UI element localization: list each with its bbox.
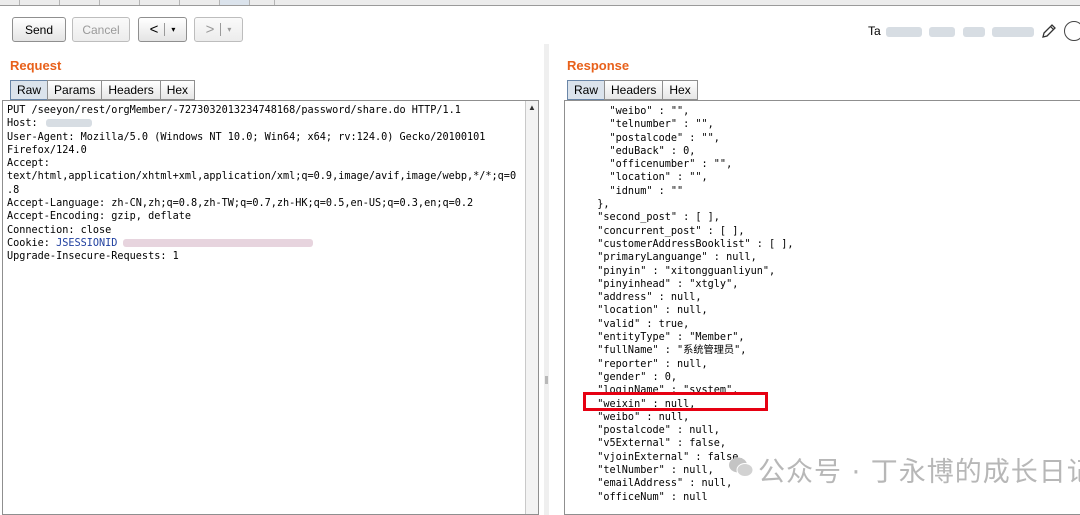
button-separator (220, 23, 222, 36)
response-line: "telnumber" : "", (585, 119, 714, 131)
request-tab-params[interactable]: Params (47, 80, 102, 100)
scroll-up-icon[interactable]: ▲ (528, 103, 536, 112)
cancel-button[interactable]: Cancel (72, 17, 130, 42)
panel-splitter[interactable] (544, 44, 549, 515)
response-line: "officeNum" : null (585, 491, 708, 503)
help-icon[interactable] (1064, 21, 1080, 41)
response-line: "entityType" : "Member", (585, 332, 745, 344)
response-line: "pinyin" : "xitongguanliyun", (585, 265, 776, 277)
request-line: Accept-Language: zh-CN,zh;q=0.8,zh-TW;q=… (7, 198, 474, 210)
response-line: "address" : null, (585, 292, 702, 304)
response-text: "weibo" : "", "telnumber" : "", "postalc… (585, 105, 794, 504)
request-tab-raw[interactable]: Raw (10, 80, 48, 100)
redacted-target (962, 26, 985, 37)
response-line: "concurrent_post" : [ ], (585, 225, 745, 237)
top-tab[interactable] (0, 0, 20, 5)
response-tab-raw[interactable]: Raw (567, 80, 605, 100)
response-line: "v5External" : false, (585, 438, 727, 450)
host-key: Host: (7, 118, 44, 130)
request-editor[interactable]: PUT /seeyon/rest/orgMember/-727303201323… (2, 100, 539, 515)
response-line: }, (585, 199, 610, 211)
cookie-name: JSESSIONID (56, 237, 118, 249)
response-tab-hex[interactable]: Hex (662, 80, 698, 100)
request-text: PUT /seeyon/rest/orgMember/-727303201323… (7, 104, 516, 264)
response-line: "pinyinhead" : "xtgly", (585, 278, 739, 290)
request-line: PUT /seeyon/rest/orgMember/-727303201323… (7, 105, 461, 116)
top-tab[interactable] (60, 0, 100, 5)
request-line-host: Host: (7, 117, 516, 130)
redacted-target (929, 26, 956, 37)
splitter-grip[interactable] (545, 376, 548, 384)
request-line: Accept-Encoding: gzip, deflate (7, 211, 192, 223)
request-scrollbar[interactable]: ▲ (525, 101, 538, 514)
response-tab-headers[interactable]: Headers (604, 80, 663, 100)
request-line: User-Agent: Mozilla/5.0 (Windows NT 10.0… (7, 131, 486, 143)
response-line: "gender" : 0, (585, 371, 678, 383)
response-line: "location" : "", (585, 172, 708, 184)
target-display: Ta (868, 24, 1035, 38)
request-line: Firefox/124.0 (7, 144, 87, 156)
redacted-target (992, 26, 1035, 37)
response-line: "eduBack" : 0, (585, 145, 696, 157)
request-line: Connection: close (7, 224, 112, 236)
top-tab[interactable] (100, 0, 140, 5)
edit-target-pencil-icon[interactable] (1040, 22, 1058, 40)
response-line: "weibo" : "", (585, 106, 690, 117)
button-separator (164, 23, 166, 36)
redacted-host (45, 119, 92, 128)
send-button[interactable]: Send (12, 17, 66, 42)
target-prefix: Ta (868, 24, 881, 38)
request-tab-hex[interactable]: Hex (159, 80, 196, 100)
forward-button[interactable]: > ▾ (194, 17, 243, 42)
response-line: "customerAddressBooklist" : [ ], (585, 238, 794, 250)
request-tab-headers[interactable]: Headers (101, 80, 160, 100)
request-line: text/html,application/xhtml+xml,applicat… (7, 171, 517, 183)
response-line: "postalcode" : "", (585, 132, 720, 144)
top-tab[interactable] (180, 0, 220, 5)
cookie-key: Cookie: (7, 237, 57, 249)
response-line: "officenumber" : "", (585, 159, 733, 171)
response-line: "fullName" : "系统管理员", (585, 345, 747, 357)
response-tabs: Raw Headers Hex (567, 80, 698, 100)
back-button[interactable]: < ▾ (138, 17, 187, 42)
back-dropdown-icon[interactable]: ▾ (171, 25, 175, 34)
redacted-cookie (123, 238, 314, 247)
response-line: "postalcode" : null, (585, 425, 720, 437)
top-tab-strip (0, 0, 1080, 6)
response-line: "second_post" : [ ], (585, 212, 720, 224)
request-line-cookie: Cookie: JSESSIONID (7, 237, 516, 250)
forward-dropdown-icon[interactable]: ▾ (227, 25, 231, 34)
request-title: Request (10, 58, 62, 73)
watermark-text: 公众号 · 丁永博的成长日记 (758, 457, 1080, 488)
request-line: Accept: (7, 158, 50, 170)
request-line: Upgrade-Insecure-Requests: 1 (7, 251, 179, 263)
response-line: "idnum" : "" (585, 185, 684, 197)
redacted-target (886, 26, 923, 37)
response-line: "primaryLanguange" : null, (585, 252, 757, 264)
top-tab[interactable] (20, 0, 60, 5)
request-line: .8 (7, 184, 20, 196)
response-line: "valid" : true, (585, 318, 690, 330)
send-button-label: Send (24, 22, 54, 37)
top-tab[interactable] (250, 0, 275, 5)
wechat-logo-icon (729, 457, 754, 477)
back-arrow-icon: < (149, 21, 159, 38)
top-tab-active[interactable] (220, 0, 250, 5)
response-line: "reporter" : null, (585, 358, 708, 370)
response-title: Response (567, 58, 630, 73)
login-name-highlight-box (583, 392, 768, 411)
response-line: "weibo" : null, (585, 411, 690, 423)
forward-arrow-icon: > (205, 21, 215, 38)
request-tabs: Raw Params Headers Hex (10, 80, 196, 100)
response-line: "location" : null, (585, 305, 708, 317)
top-tab[interactable] (140, 0, 180, 5)
cancel-button-label: Cancel (82, 22, 120, 37)
